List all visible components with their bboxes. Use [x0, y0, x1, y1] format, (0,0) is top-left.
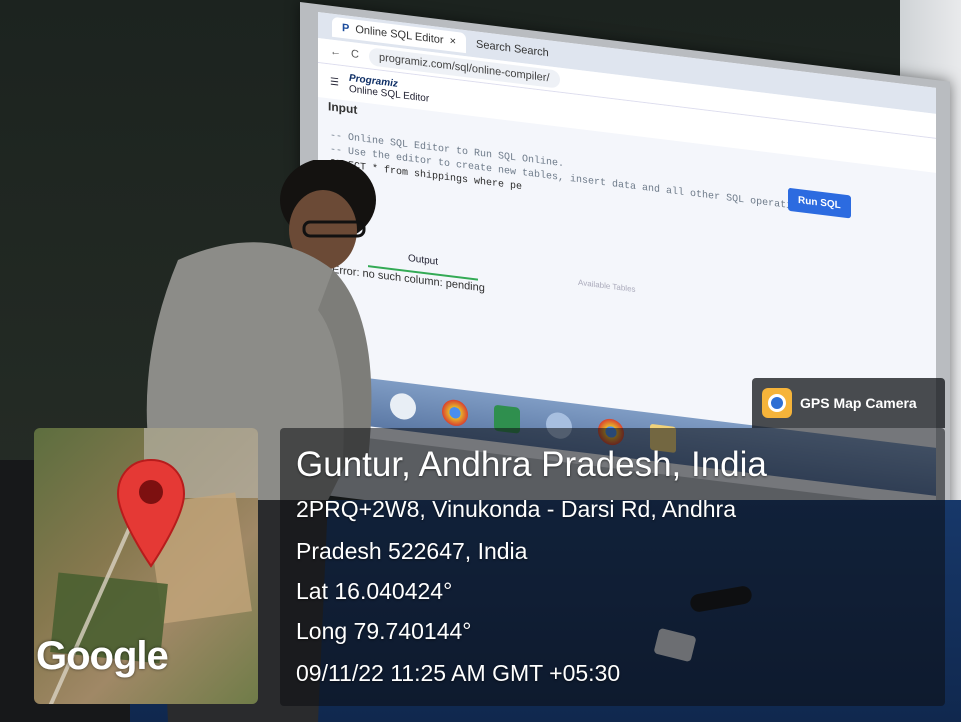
- address-line-2: Pradesh 522647, India: [296, 538, 528, 564]
- menu-icon[interactable]: ☰: [330, 76, 339, 88]
- code-comment-2: -- Use the editor to create new tables, …: [330, 144, 817, 216]
- google-logo: Google: [36, 634, 169, 678]
- tab2-title[interactable]: Search Search: [476, 38, 549, 59]
- back-icon[interactable]: ←: [330, 45, 341, 58]
- programiz-logo-icon: P: [342, 21, 350, 35]
- longitude: Long 79.740144°: [296, 618, 472, 644]
- location-title: Guntur, Andhra Pradesh, India: [296, 445, 767, 484]
- close-icon[interactable]: ×: [450, 35, 456, 48]
- gps-badge-label: GPS Map Camera: [800, 395, 917, 411]
- brand[interactable]: Programiz Online SQL Editor: [349, 73, 429, 105]
- satellite-map-thumbnail: Google: [34, 428, 258, 704]
- map-pin-icon: [116, 458, 186, 568]
- input-label: Input: [328, 99, 358, 117]
- gps-map-camera-badge: GPS Map Camera: [752, 378, 945, 428]
- reload-icon[interactable]: C: [351, 48, 359, 61]
- timestamp: 09/11/22 11:25 AM GMT +05:30: [296, 660, 621, 686]
- tab-title: Online SQL Editor: [355, 23, 444, 47]
- tab-available-tables[interactable]: Available Tables: [578, 278, 636, 294]
- gps-camera-icon: [762, 388, 792, 418]
- chrome-icon[interactable]: [442, 398, 468, 428]
- latitude: Lat 16.040424°: [296, 578, 453, 604]
- url-domain: programiz.com: [378, 51, 452, 73]
- address-line-1: 2PRQ+2W8, Vinukonda - Darsi Rd, Andhra: [296, 496, 736, 522]
